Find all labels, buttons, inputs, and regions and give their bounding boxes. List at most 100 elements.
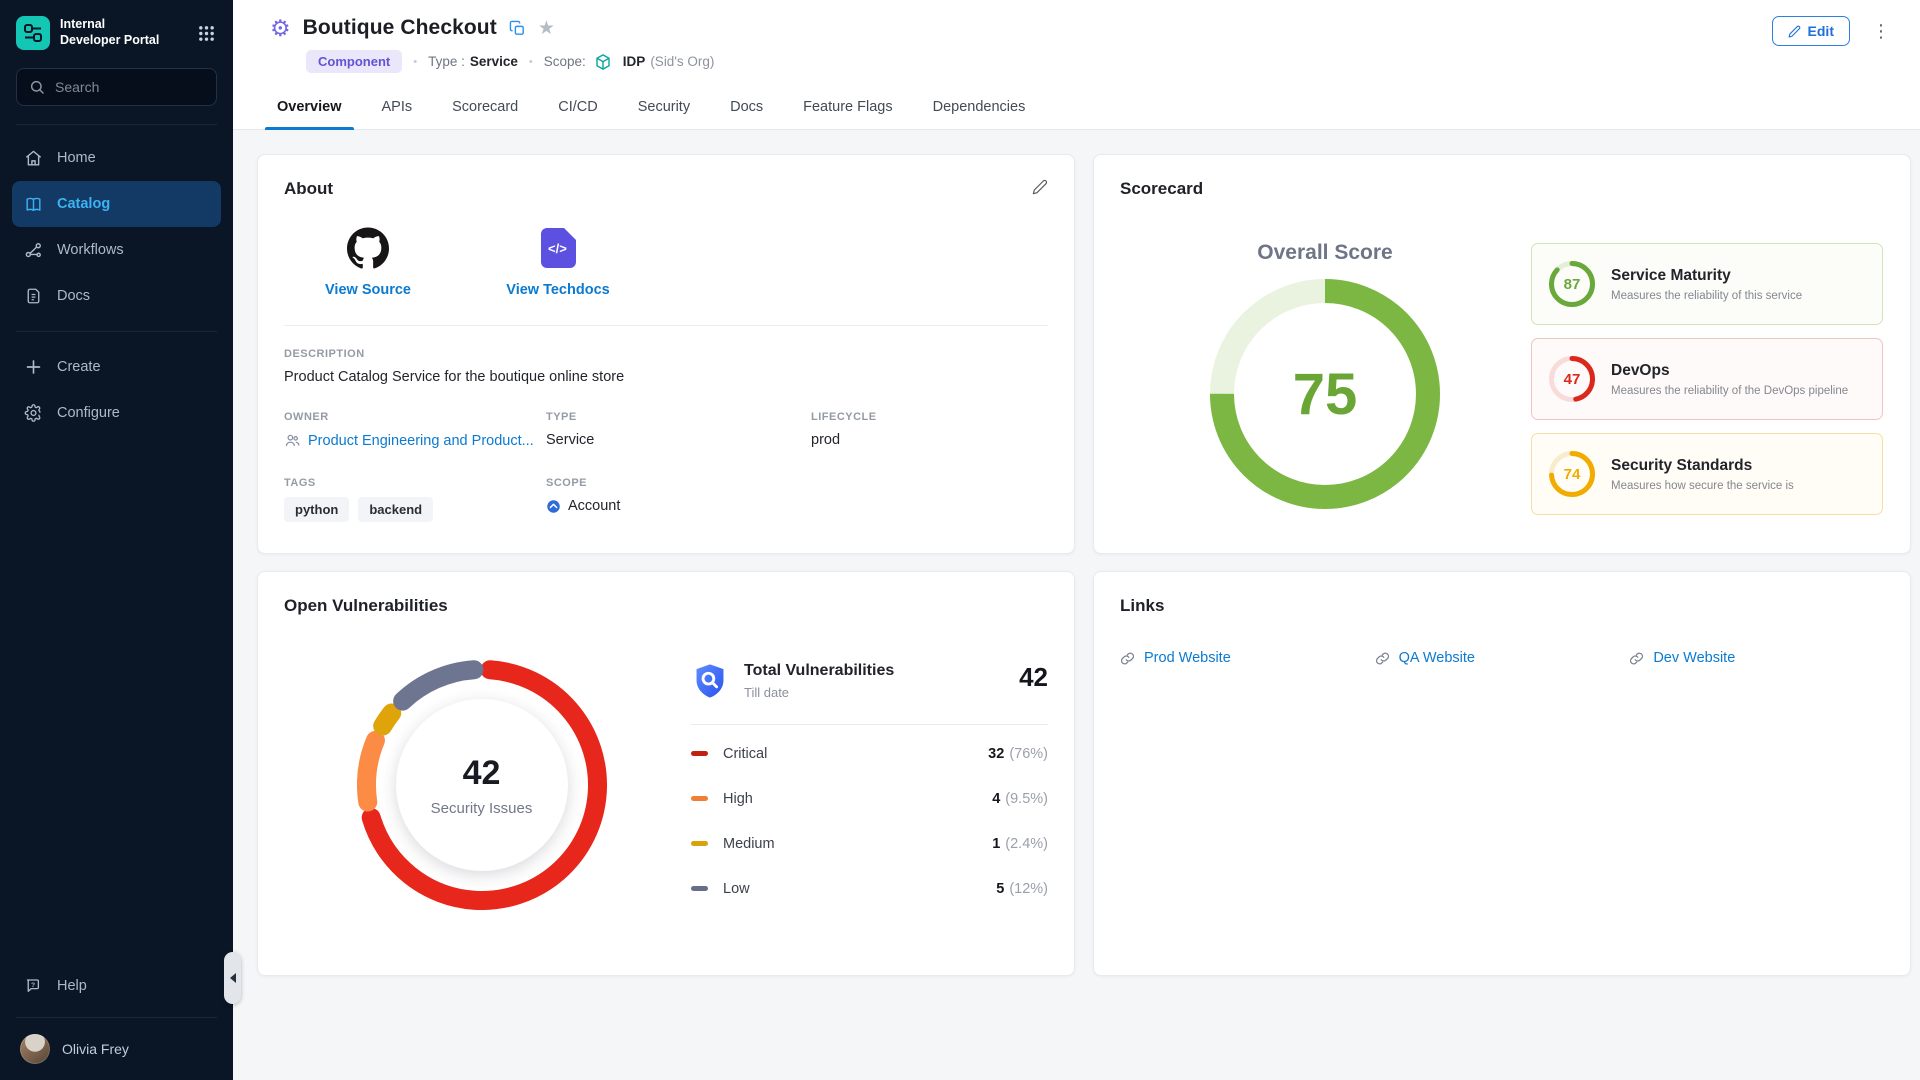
tab-overview[interactable]: Overview (257, 87, 362, 129)
type-field: TYPE Service (546, 411, 811, 449)
severity-row-medium: Medium 1 (2.4%) (691, 821, 1048, 866)
tab-cicd[interactable]: CI/CD (538, 87, 617, 129)
sidebar-divider (16, 124, 217, 125)
links-card: Links Prod Website QA Website Dev Web (1093, 571, 1911, 976)
view-source-link[interactable]: View Source (308, 227, 428, 298)
dev-website-link[interactable]: Dev Website (1629, 650, 1884, 666)
low-dash-icon (691, 886, 708, 891)
kebab-menu-icon[interactable]: ⋮ (1866, 19, 1896, 44)
docs-icon (24, 287, 43, 305)
link-icon (1629, 651, 1644, 666)
scope-field: SCOPE Account (546, 477, 811, 522)
user-name: Olivia Frey (62, 1041, 129, 1057)
svg-text:</>: </> (548, 241, 567, 256)
vulnerabilities-card: Open Vulnerabilities 42 Security Issues (257, 571, 1075, 976)
techdocs-icon: </> (539, 227, 577, 269)
sidebar-item-workflows[interactable]: Workflows (12, 227, 221, 273)
scope-label: Scope: (544, 54, 586, 69)
overall-score-label: Overall Score (1257, 241, 1392, 265)
search-placeholder: Search (55, 79, 99, 95)
app-logo-icon (16, 16, 50, 50)
link-icon (1375, 651, 1390, 666)
prod-website-link[interactable]: Prod Website (1120, 650, 1375, 666)
plus-icon (24, 358, 43, 376)
content-area: About View Source </> (233, 130, 1920, 1080)
tag-chip[interactable]: backend (358, 497, 433, 522)
copy-icon[interactable] (509, 20, 526, 37)
score-item-security-standards[interactable]: 74 Security Standards Measures how secur… (1531, 433, 1883, 515)
edit-button[interactable]: Edit (1772, 16, 1850, 46)
group-icon (284, 432, 301, 449)
score-item-devops[interactable]: 47 DevOps Measures the reliability of th… (1531, 338, 1883, 420)
kind-badge: Component (306, 50, 402, 73)
page-title: Boutique Checkout (303, 16, 497, 40)
owner-field: OWNER Product Engineering and Product... (284, 411, 546, 449)
chevron-left-icon (230, 973, 236, 983)
view-techdocs-link[interactable]: </> View Techdocs (498, 227, 618, 298)
overall-score-value: 75 (1210, 279, 1440, 509)
main-area: ⚙ Boutique Checkout ★ Component • Type :… (233, 0, 1920, 1080)
sidebar-divider (16, 1017, 217, 1018)
tab-dependencies[interactable]: Dependencies (913, 87, 1046, 129)
about-edit-pencil-icon[interactable] (1032, 179, 1048, 200)
score-item-service-maturity[interactable]: 87 Service Maturity Measures the reliabi… (1531, 243, 1883, 325)
sidebar-item-create[interactable]: Create (12, 344, 221, 390)
type-label: Type : (428, 54, 465, 69)
link-icon (1120, 651, 1135, 666)
tab-scorecard[interactable]: Scorecard (432, 87, 538, 129)
description-label: DESCRIPTION (284, 348, 1048, 360)
scope-name: IDP (623, 54, 646, 69)
tab-feature-flags[interactable]: Feature Flags (783, 87, 912, 129)
scorecard-title: Scorecard (1120, 179, 1884, 199)
app-window: Internal Developer Portal Search Home (0, 0, 1920, 1080)
account-scope-icon (546, 499, 561, 514)
sidebar-item-docs[interactable]: Docs (12, 273, 221, 319)
vulnerabilities-donut: 42 Security Issues (357, 660, 607, 910)
avatar (20, 1034, 50, 1064)
sidebar: Internal Developer Portal Search Home (0, 0, 233, 1080)
sidebar-item-home[interactable]: Home (12, 135, 221, 181)
owner-link[interactable]: Product Engineering and Product... (308, 433, 534, 449)
tab-apis[interactable]: APIs (362, 87, 433, 129)
security-issues-caption: Security Issues (431, 800, 533, 817)
user-menu[interactable]: Olivia Frey (12, 1026, 221, 1066)
gear-icon (24, 404, 43, 422)
qa-website-link[interactable]: QA Website (1375, 650, 1630, 666)
tab-security[interactable]: Security (618, 87, 710, 129)
security-issues-count: 42 (463, 754, 501, 793)
sidebar-divider (16, 331, 217, 332)
shield-search-icon (691, 662, 729, 700)
help-icon: ? (24, 977, 43, 995)
vulnerabilities-title: Open Vulnerabilities (284, 596, 1048, 616)
total-vulnerabilities-value: 42 (1019, 664, 1048, 690)
breadcrumb: Component • Type : Service • Scope: IDP … (306, 50, 1884, 73)
sidebar-item-help[interactable]: ? Help (12, 963, 221, 1009)
logo-row: Internal Developer Portal (12, 0, 221, 62)
tags-field: TAGS python backend (284, 477, 546, 522)
app-title: Internal Developer Portal (60, 17, 185, 48)
about-title: About (284, 179, 1048, 199)
cube-icon (594, 53, 612, 71)
page-header: ⚙ Boutique Checkout ★ Component • Type :… (233, 0, 1920, 73)
component-gear-icon: ⚙ (270, 17, 291, 40)
sidebar-item-configure[interactable]: Configure (12, 390, 221, 436)
divider (284, 325, 1048, 326)
tab-docs[interactable]: Docs (710, 87, 783, 129)
tab-bar: Overview APIs Scorecard CI/CD Security D… (233, 87, 1920, 130)
star-icon[interactable]: ★ (538, 19, 555, 38)
critical-dash-icon (691, 751, 708, 756)
github-icon (347, 227, 389, 269)
search-input[interactable]: Search (16, 68, 217, 106)
workflows-icon (24, 241, 43, 260)
total-vulnerabilities-row: Total Vulnerabilities Till date 42 (691, 662, 1048, 700)
sidebar-collapse-handle[interactable] (224, 952, 241, 1004)
apps-grid-icon[interactable] (195, 22, 217, 44)
description-value: Product Catalog Service for the boutique… (284, 369, 1048, 385)
search-icon (29, 79, 45, 95)
about-card: About View Source </> (257, 154, 1075, 554)
svg-text:?: ? (31, 982, 35, 989)
sidebar-item-catalog[interactable]: Catalog (12, 181, 221, 227)
type-value: Service (470, 54, 518, 69)
severity-row-critical: Critical 32 (76%) (691, 731, 1048, 776)
tag-chip[interactable]: python (284, 497, 349, 522)
